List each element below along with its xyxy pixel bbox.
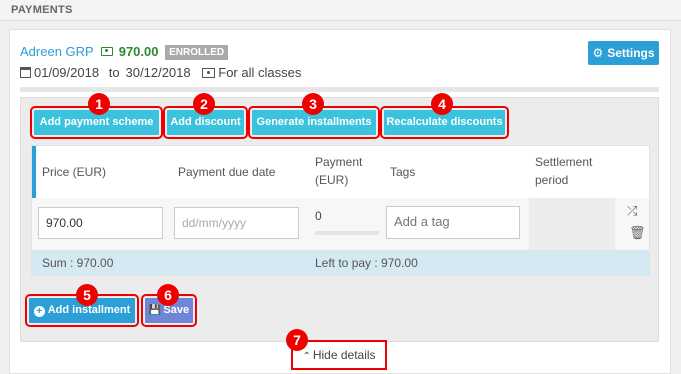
- settlement-cell: [529, 198, 615, 250]
- col-price: Price (EUR): [42, 165, 107, 179]
- col-payment: Payment (EUR): [315, 155, 363, 187]
- chevron-up-icon: ⌃: [302, 351, 311, 362]
- sum-text: Sum : 970.00: [42, 256, 114, 270]
- hide-details-link[interactable]: ⌃ Hide details: [291, 340, 387, 370]
- col-due-date: Payment due date: [178, 165, 276, 179]
- left-to-pay-text: Left to pay : 970.00: [315, 256, 418, 270]
- student-line: Adreen GRP 970.00 ENROLLED: [20, 44, 229, 60]
- due-date-input[interactable]: dd/mm/yyyy: [174, 207, 299, 239]
- marker-6: 6: [157, 284, 179, 306]
- section-header: PAYMENTS: [0, 0, 681, 21]
- marker-4: 4: [431, 93, 453, 115]
- table-header: Price (EUR) Payment due date Payment (EU…: [32, 146, 649, 198]
- settings-label: Settings: [607, 46, 655, 60]
- marker-1: 1: [88, 93, 110, 115]
- price-input[interactable]: 970.00: [38, 207, 163, 239]
- marker-5: 5: [76, 284, 98, 306]
- shuffle-icon[interactable]: ⤮: [627, 203, 637, 219]
- marker-7: 7: [286, 329, 308, 351]
- marker-3: 3: [302, 93, 324, 115]
- marker-2: 2: [193, 93, 215, 115]
- date-to: 30/12/2018: [125, 65, 191, 80]
- details-panel: Add payment scheme Add discount Generate…: [20, 97, 659, 342]
- divider-bar: [20, 87, 659, 92]
- amount-value: 970.00: [118, 44, 159, 59]
- section-title: PAYMENTS: [11, 4, 73, 16]
- table-row: 970.00 dd/mm/yyyy 0 Add a tag ⤮ 🗑: [32, 198, 649, 250]
- payment-value: 0: [315, 209, 322, 223]
- class-icon: [202, 68, 216, 78]
- installments-table: Price (EUR) Payment due date Payment (EU…: [31, 145, 650, 276]
- hide-details-label: Hide details: [312, 348, 376, 362]
- date-line: 01/09/2018 to 30/12/2018 For all classes: [20, 65, 301, 80]
- payment-card: Adreen GRP 970.00 ENROLLED 01/09/2018 to…: [9, 29, 671, 374]
- status-badge: ENROLLED: [165, 45, 229, 60]
- student-name-link[interactable]: Adreen GRP: [20, 44, 93, 59]
- date-separator: to: [108, 65, 120, 80]
- col-tags: Tags: [390, 165, 416, 179]
- classes-text: For all classes: [218, 65, 302, 80]
- money-icon: [101, 47, 114, 56]
- trash-icon[interactable]: 🗑: [629, 225, 646, 241]
- gear-icon: ⚙: [592, 46, 604, 60]
- settings-button[interactable]: ⚙ Settings: [588, 41, 659, 65]
- col-settlement: Settlement period: [535, 155, 593, 187]
- sum-row: Sum : 970.00 Left to pay : 970.00: [32, 250, 649, 275]
- date-from: 01/09/2018: [34, 65, 100, 80]
- payment-progress: [315, 231, 379, 235]
- tag-input[interactable]: Add a tag: [386, 206, 520, 239]
- calendar-icon: [20, 67, 31, 78]
- plus-circle-icon: +: [33, 306, 45, 317]
